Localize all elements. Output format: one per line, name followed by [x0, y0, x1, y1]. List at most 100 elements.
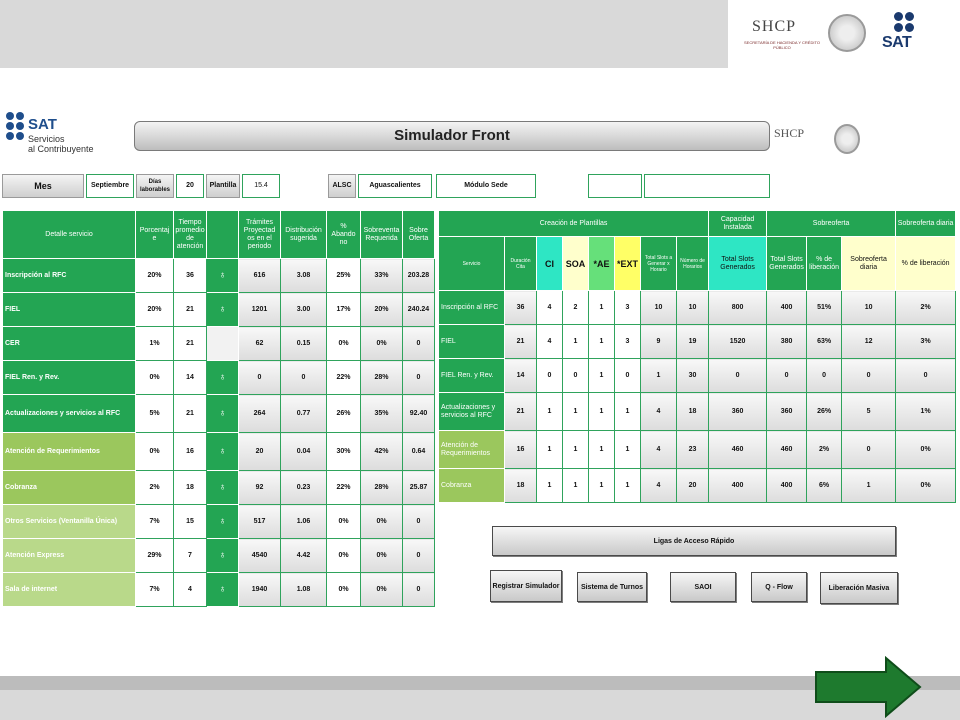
service-abandono[interactable]: 25%	[326, 258, 361, 293]
template-cell[interactable]: 3	[614, 290, 641, 325]
template-cell[interactable]: 4	[536, 324, 563, 359]
service-sobreventa: 0%	[360, 504, 403, 539]
service-time[interactable]: 7	[173, 538, 207, 573]
template-cell: 3%	[895, 324, 957, 359]
template-cell[interactable]: 1	[562, 430, 589, 469]
template-row: Atención de Requerimientos 16 1 1 1 1 4 23 460 46…	[438, 430, 957, 469]
template-cell: 23	[675, 430, 710, 469]
template-cell[interactable]: 1	[588, 290, 615, 325]
service-percent[interactable]: 29%	[135, 538, 174, 573]
template-cell[interactable]: 1	[588, 358, 615, 393]
service-abandono[interactable]: 0%	[326, 572, 361, 607]
service-time[interactable]: 36	[173, 258, 207, 293]
template-cell[interactable]: 1	[536, 392, 563, 431]
service-abandono[interactable]: 26%	[326, 394, 361, 433]
person-icon[interactable]: ♁	[206, 504, 239, 539]
person-icon[interactable]: ♁	[206, 538, 239, 573]
template-cell[interactable]: 1	[588, 430, 615, 469]
service-time[interactable]: 18	[173, 470, 207, 505]
next-arrow-icon[interactable]	[814, 656, 922, 718]
service-percent[interactable]: 7%	[135, 504, 174, 539]
person-icon[interactable]: ♁	[206, 432, 239, 471]
person-icon[interactable]	[206, 326, 239, 361]
template-cell[interactable]: 2	[562, 290, 589, 325]
template-cell[interactable]: 1	[536, 430, 563, 469]
template-cell[interactable]: 1	[614, 430, 641, 469]
template-cell[interactable]: 1	[588, 468, 615, 503]
template-cell[interactable]: 1	[614, 392, 641, 431]
mexico-seal-icon	[828, 14, 866, 52]
template-creation-table: Creación de Plantillas Capacidad Instalad…	[437, 210, 957, 503]
sistema-turnos-button[interactable]: Sistema de Turnos	[577, 572, 647, 602]
service-time[interactable]: 14	[173, 360, 207, 395]
template-cell: 21	[504, 392, 537, 431]
service-name: Actualizaciones y servicios al RFC	[2, 394, 136, 433]
dias-value[interactable]: 20	[176, 174, 204, 198]
service-sobreventa: 35%	[360, 394, 403, 433]
template-cell[interactable]: 4	[536, 290, 563, 325]
template-cell[interactable]: 0	[614, 358, 641, 393]
template-cell[interactable]: 1	[588, 392, 615, 431]
person-icon[interactable]: ♁	[206, 258, 239, 293]
service-percent[interactable]: 20%	[135, 292, 174, 327]
service-percent[interactable]: 0%	[135, 432, 174, 471]
service-percent[interactable]: 0%	[135, 360, 174, 395]
right-header-4: *AE	[588, 236, 615, 291]
template-cell[interactable]: 0	[536, 358, 563, 393]
service-abandono[interactable]: 0%	[326, 326, 361, 361]
service-row: Actualizaciones y servicios al RFC 5% 21 ♁ 2…	[2, 394, 435, 433]
service-percent[interactable]: 20%	[135, 258, 174, 293]
template-cell[interactable]: 1	[536, 468, 563, 503]
service-abandono[interactable]: 0%	[326, 538, 361, 573]
service-time[interactable]: 21	[173, 394, 207, 433]
alsc-value[interactable]: Aguascalientes	[358, 174, 432, 198]
template-cell[interactable]: 1	[588, 324, 615, 359]
service-time[interactable]: 16	[173, 432, 207, 471]
saoi-button[interactable]: SAOI	[670, 572, 736, 602]
modulo-sede-field[interactable]: Módulo Sede	[436, 174, 536, 198]
service-percent[interactable]: 5%	[135, 394, 174, 433]
person-icon[interactable]: ♁	[206, 292, 239, 327]
service-name: FIEL	[2, 292, 136, 327]
service-percent[interactable]: 1%	[135, 326, 174, 361]
service-time[interactable]: 4	[173, 572, 207, 607]
person-icon[interactable]: ♁	[206, 360, 239, 395]
liberacion-masiva-button[interactable]: Liberación Masiva	[820, 572, 898, 604]
template-cell[interactable]: 1	[562, 468, 589, 503]
person-icon[interactable]: ♁	[206, 470, 239, 505]
service-tramites: 92	[238, 470, 281, 505]
service-abandono[interactable]: 0%	[326, 504, 361, 539]
service-name: FIEL Ren. y Rev.	[2, 360, 136, 395]
right-header-11: Sobreoferta diaria	[841, 236, 897, 291]
plantilla-value[interactable]: 15.4	[242, 174, 280, 198]
template-service-name: Actualizaciones y servicios al RFC	[438, 392, 505, 431]
template-cell: 63%	[806, 324, 843, 359]
extra-field-1[interactable]	[588, 174, 642, 198]
service-abandono[interactable]: 30%	[326, 432, 361, 471]
service-time[interactable]: 21	[173, 326, 207, 361]
service-time[interactable]: 21	[173, 292, 207, 327]
right-group-header-1: Capacidad Instalada	[708, 210, 768, 237]
template-cell: 1	[640, 358, 677, 393]
template-cell[interactable]: 0	[562, 358, 589, 393]
q-flow-button[interactable]: Q - Flow	[751, 572, 807, 602]
extra-field-2[interactable]	[644, 174, 770, 198]
template-cell[interactable]: 1	[562, 324, 589, 359]
template-cell[interactable]: 1	[562, 392, 589, 431]
template-cell: 1520	[708, 324, 768, 359]
person-icon[interactable]: ♁	[206, 572, 239, 607]
template-cell[interactable]: 1	[614, 468, 641, 503]
service-time[interactable]: 15	[173, 504, 207, 539]
service-distribution: 1.08	[280, 572, 327, 607]
mes-value[interactable]: Septiembre	[86, 174, 134, 198]
registrar-simulador-button[interactable]: Registrar Simulador	[490, 570, 562, 602]
service-detail-table: Detalle servicio Porcentaj e Tiempo promed…	[2, 210, 435, 607]
service-percent[interactable]: 7%	[135, 572, 174, 607]
sat-app-logo: SAT Servicios al Contribuyente	[6, 112, 96, 162]
person-icon[interactable]: ♁	[206, 394, 239, 433]
service-percent[interactable]: 2%	[135, 470, 174, 505]
template-cell[interactable]: 3	[614, 324, 641, 359]
service-abandono[interactable]: 17%	[326, 292, 361, 327]
service-abandono[interactable]: 22%	[326, 360, 361, 395]
service-abandono[interactable]: 22%	[326, 470, 361, 505]
